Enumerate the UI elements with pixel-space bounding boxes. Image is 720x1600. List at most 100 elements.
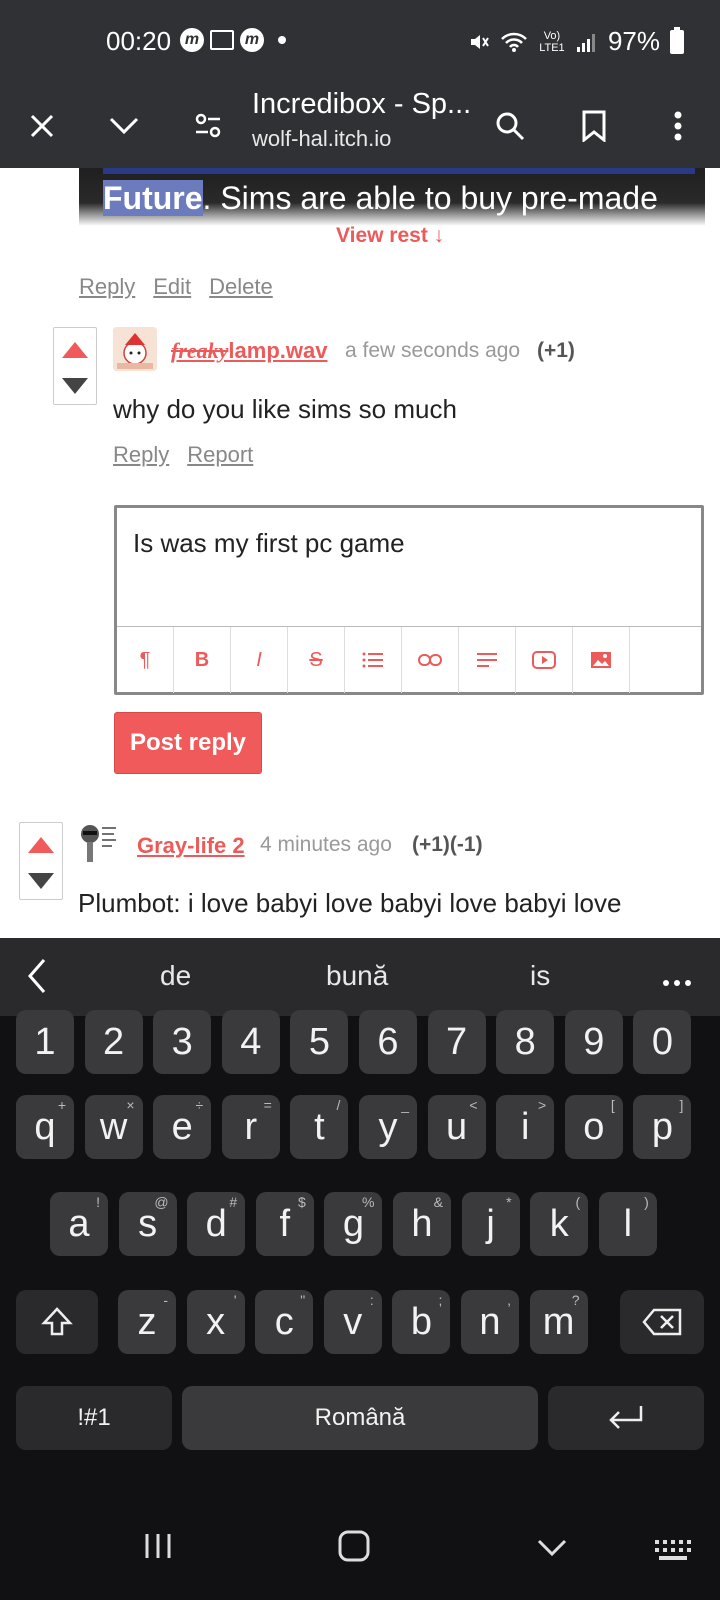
key-6[interactable]: 6 bbox=[359, 1010, 417, 1074]
key-1[interactable]: 1 bbox=[16, 1010, 74, 1074]
key-q[interactable]: q + bbox=[16, 1095, 74, 1159]
chevron-down-icon[interactable] bbox=[96, 98, 152, 154]
key-b[interactable]: b; bbox=[392, 1290, 451, 1354]
key-c[interactable]: c " bbox=[255, 1290, 314, 1354]
image-icon[interactable] bbox=[573, 627, 630, 693]
search-icon[interactable] bbox=[482, 98, 538, 154]
key-e[interactable]: e ÷ bbox=[153, 1095, 212, 1159]
key-d[interactable]: d # bbox=[187, 1192, 246, 1256]
key-h[interactable]: h & bbox=[393, 1192, 451, 1256]
report-link[interactable]: Report bbox=[187, 442, 253, 468]
comment-author-2[interactable]: Gray-life 2 bbox=[137, 833, 245, 859]
key-d-label: d bbox=[205, 1202, 227, 1245]
reply-link[interactable]: Reply bbox=[79, 274, 135, 300]
suggestion-2[interactable]: bună bbox=[326, 960, 388, 992]
key-z[interactable]: z- bbox=[118, 1290, 176, 1354]
youtube-icon[interactable] bbox=[516, 627, 573, 693]
avatar-2[interactable] bbox=[78, 822, 122, 866]
view-rest-link[interactable]: View rest ↓ bbox=[336, 224, 444, 248]
key-2[interactable]: 2 bbox=[84, 1010, 143, 1074]
page-title[interactable]: Incredibox - Sp... bbox=[252, 88, 471, 121]
backspace-key[interactable] bbox=[620, 1290, 704, 1354]
key-x[interactable]: x ' bbox=[186, 1290, 245, 1354]
key-o[interactable]: o[ bbox=[564, 1095, 623, 1159]
edit-link[interactable]: Edit bbox=[153, 274, 191, 300]
keyboard-icon[interactable] bbox=[654, 1538, 692, 1567]
comment-actions: Reply Report bbox=[113, 442, 253, 468]
messenger-icon-2: m bbox=[240, 28, 264, 52]
reply-textarea[interactable]: Is was my first pc game bbox=[133, 528, 405, 559]
reply-editor[interactable]: Is was my first pc game ¶ B I S bbox=[114, 505, 704, 695]
page-url[interactable]: wolf-hal.itch.io bbox=[252, 126, 391, 152]
upvote-icon[interactable] bbox=[62, 342, 88, 358]
key-v-label: v bbox=[343, 1300, 363, 1343]
key-0[interactable]: 0 bbox=[633, 1010, 692, 1074]
strikethrough-icon[interactable]: S bbox=[288, 627, 345, 693]
key-v[interactable]: v: bbox=[323, 1290, 382, 1354]
link-icon[interactable] bbox=[402, 627, 459, 693]
home-icon[interactable] bbox=[338, 1530, 370, 1567]
author-name: lamp.wav bbox=[228, 338, 328, 363]
key-k[interactable]: k( bbox=[530, 1192, 589, 1256]
key-a-hint: ! bbox=[96, 1194, 100, 1210]
close-icon[interactable] bbox=[14, 98, 70, 154]
key-w[interactable]: w × bbox=[84, 1095, 143, 1159]
site-settings-icon[interactable] bbox=[180, 98, 236, 154]
bookmark-icon[interactable] bbox=[566, 98, 622, 154]
space-key[interactable]: Română bbox=[182, 1386, 538, 1450]
align-icon[interactable] bbox=[459, 627, 516, 693]
key-2-label: 2 bbox=[103, 1020, 125, 1063]
hide-keyboard-icon[interactable] bbox=[536, 1538, 568, 1563]
key-w-hint: × bbox=[126, 1097, 135, 1113]
key-t[interactable]: t / bbox=[290, 1095, 349, 1159]
key-n-label: n bbox=[479, 1300, 501, 1343]
italic-icon[interactable]: I bbox=[231, 627, 288, 693]
enter-key[interactable] bbox=[548, 1386, 704, 1450]
downvote-icon[interactable] bbox=[62, 378, 88, 394]
upvote-icon[interactable] bbox=[28, 837, 54, 853]
symbols-key[interactable]: !#1 bbox=[16, 1386, 172, 1450]
suggestion-3[interactable]: is bbox=[530, 960, 550, 992]
status-bar: 00:20 m m Vo) LTE1 97% bbox=[0, 0, 720, 84]
delete-link[interactable]: Delete bbox=[209, 274, 273, 300]
chevron-left-icon[interactable] bbox=[24, 956, 50, 1001]
key-l[interactable]: l) bbox=[598, 1192, 657, 1256]
on-screen-keyboard: de bună is 1 2 3 4 5 6 7 8 9 0 q + w × e ÷ r = t / y _ u < i > o[p… bbox=[0, 938, 720, 1600]
key-y[interactable]: y _ bbox=[359, 1095, 417, 1159]
paragraph-icon[interactable]: ¶ bbox=[117, 627, 174, 693]
key-m[interactable]: m? bbox=[529, 1290, 588, 1354]
avatar[interactable] bbox=[113, 327, 157, 371]
recent-apps-icon[interactable] bbox=[144, 1532, 172, 1565]
key-k-hint: ( bbox=[575, 1194, 581, 1210]
key-f[interactable]: f $ bbox=[255, 1192, 314, 1256]
key-3[interactable]: 3 bbox=[153, 1010, 212, 1074]
comment-author[interactable]: freakylamp.wav bbox=[171, 338, 327, 364]
key-g[interactable]: g% bbox=[324, 1192, 383, 1256]
more-options-icon[interactable] bbox=[650, 98, 706, 154]
key-4[interactable]: 4 bbox=[221, 1010, 280, 1074]
key-5[interactable]: 5 bbox=[290, 1010, 349, 1074]
post-reply-button[interactable]: Post reply bbox=[114, 712, 262, 774]
key-7[interactable]: 7 bbox=[427, 1010, 486, 1074]
key-u[interactable]: u < bbox=[427, 1095, 486, 1159]
downvote-icon[interactable] bbox=[28, 873, 54, 889]
key-i[interactable]: i > bbox=[496, 1095, 555, 1159]
key-q-hint: + bbox=[57, 1097, 66, 1113]
key-a[interactable]: a! bbox=[50, 1192, 108, 1256]
more-icon[interactable] bbox=[662, 974, 692, 992]
shift-key[interactable] bbox=[16, 1290, 98, 1354]
key-o-label: o bbox=[583, 1105, 605, 1148]
key-p[interactable]: p] bbox=[633, 1095, 692, 1159]
bold-icon[interactable]: B bbox=[174, 627, 231, 693]
key-r[interactable]: r = bbox=[221, 1095, 280, 1159]
reply-link[interactable]: Reply bbox=[113, 442, 169, 468]
key-n[interactable]: n, bbox=[461, 1290, 519, 1354]
key-j[interactable]: j * bbox=[461, 1192, 520, 1256]
key-s[interactable]: s @ bbox=[118, 1192, 177, 1256]
key-9[interactable]: 9 bbox=[564, 1010, 623, 1074]
key-8[interactable]: 8 bbox=[496, 1010, 555, 1074]
key-3-label: 3 bbox=[171, 1020, 193, 1063]
list-icon[interactable] bbox=[345, 627, 402, 693]
key-j-hint: * bbox=[506, 1194, 512, 1210]
suggestion-1[interactable]: de bbox=[160, 960, 191, 992]
